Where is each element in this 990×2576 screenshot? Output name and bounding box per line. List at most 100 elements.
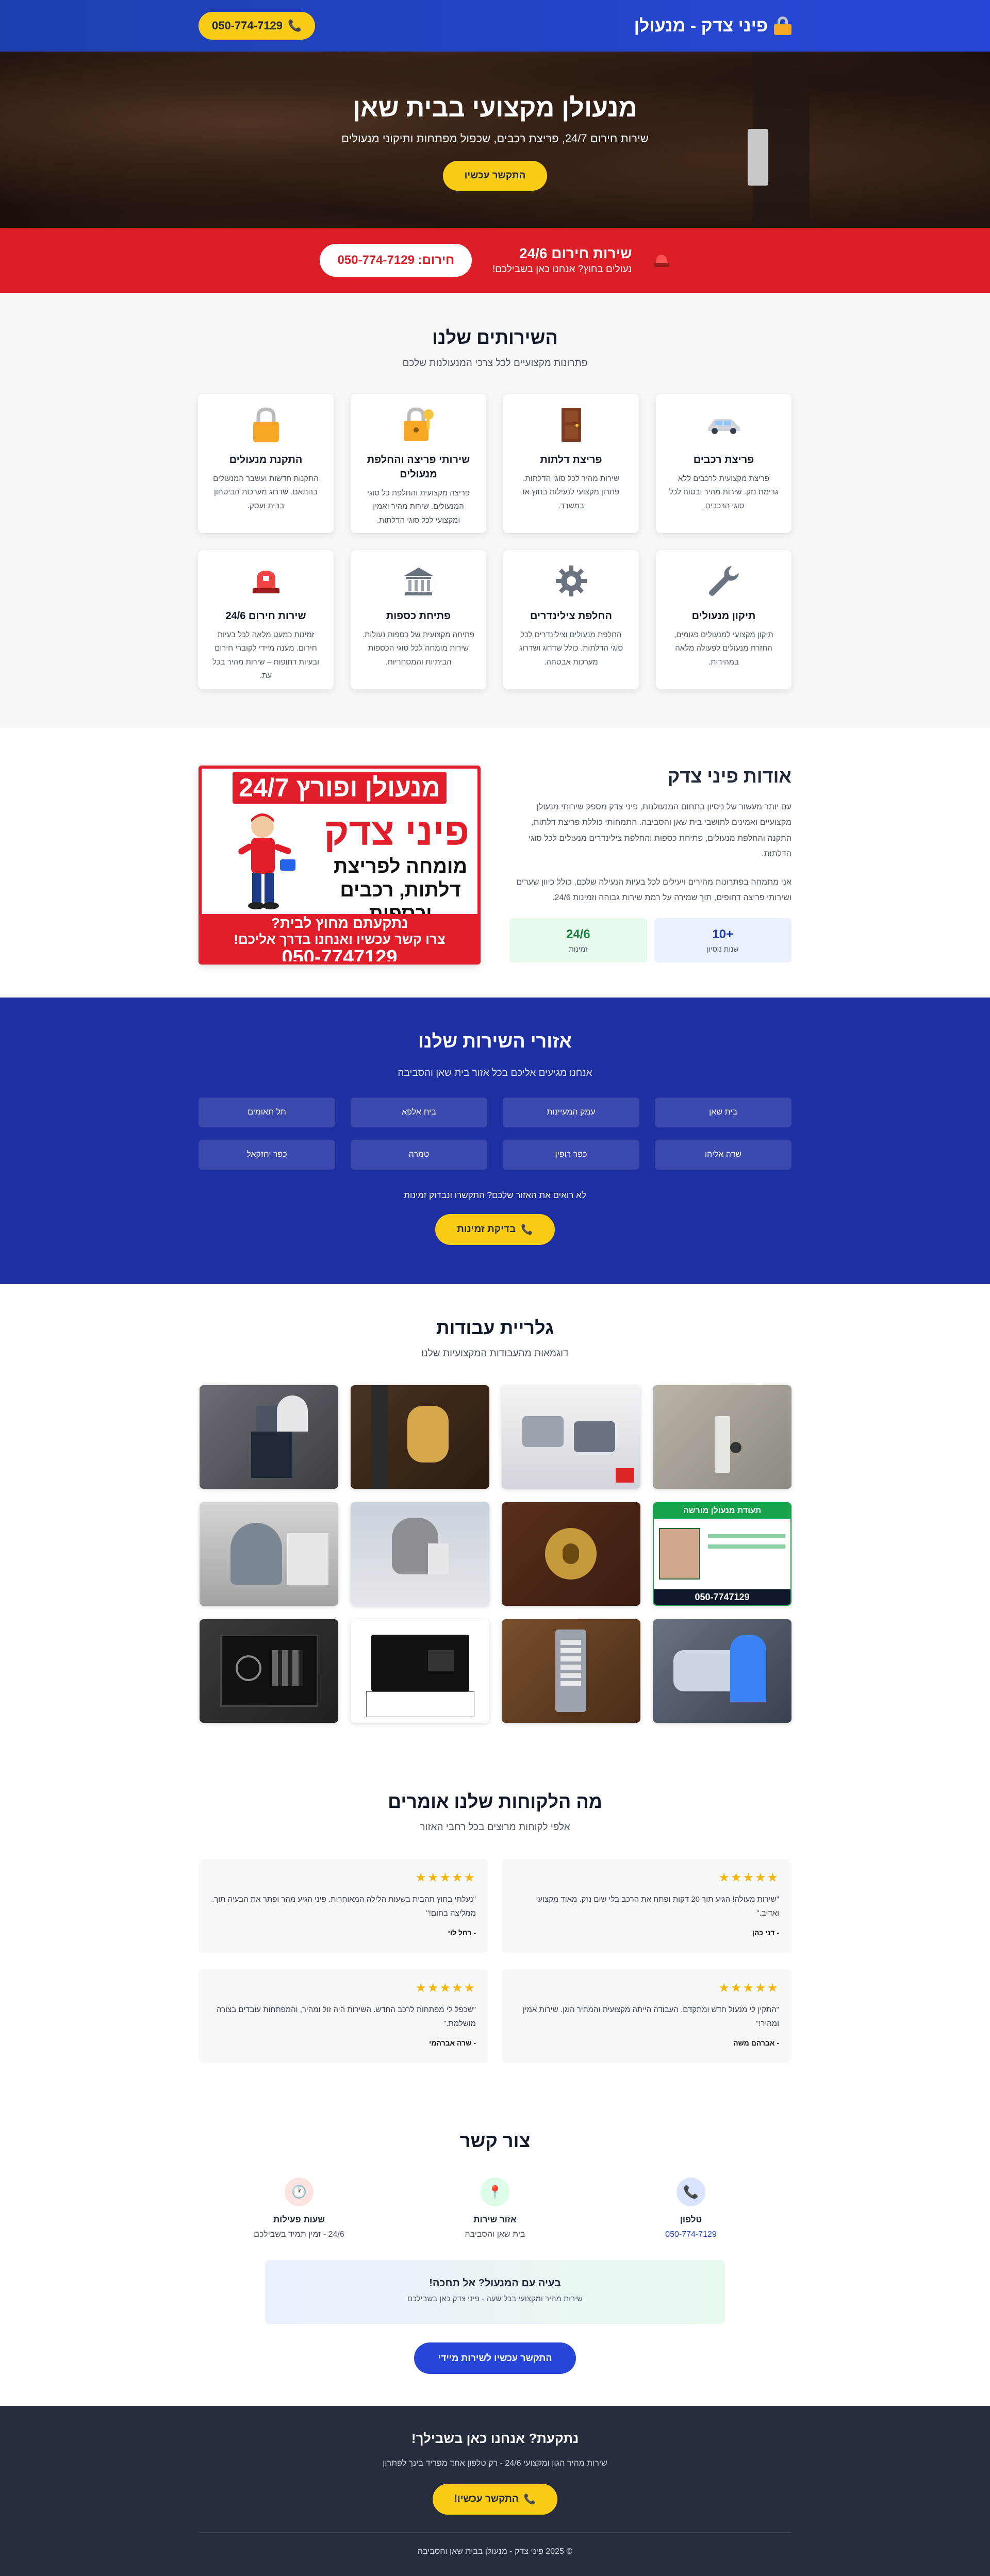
emergency-banner: שירות חירום 24/6 נעולים בחוץ? אנחנו כאן … [0,228,990,293]
locksmith-cartoon-icon [238,813,295,909]
service-card: פתיחת כספות פתיחה מקצועית של כספות נעולו… [351,550,486,689]
padlock-icon [209,404,322,445]
gallery-photo[interactable] [502,1619,640,1723]
footer-title: נתקעת? אנחנו כאן בשבילך! [411,2431,579,2446]
gallery-photo-certificate[interactable]: תעודת מנעולן מורשה 050-7747129 [653,1502,791,1606]
gallery-photo[interactable] [351,1619,489,1723]
gallery-section: גלריית עבודות דוגמאות מהעבודות המקצועיות… [0,1284,990,1757]
phone-icon: 📞 [676,2178,705,2206]
testimonial-card: ★★★★★ "שירות מעולה! הגיע תוך 20 דקות ופת… [502,1859,791,1953]
service-title: החלפת צילינדרים [530,610,612,622]
star-rating-icon: ★★★★★ [415,1981,476,1995]
service-text: התקנות חדשות ועשבר המנעולים בהתאם. שדרוג… [213,474,319,510]
gallery-photo[interactable] [502,1385,640,1489]
stat-value: 24/6 [566,927,590,942]
siren-icon [653,253,670,268]
services-title: השירותים שלנו [432,327,558,348]
about-paragraph: אני מתמחה בפתרונות מהירים ויעילים לכל בע… [516,877,791,902]
service-areas-section: אזורי השירות שלנו אנחנו מגיעים אליכם בכל… [0,998,990,1284]
door-icon [515,404,628,445]
service-title: פריצת דלתות [540,454,602,466]
wrench-icon [667,560,780,602]
header-call-button[interactable]: 📞 050-774-7129 [199,12,316,40]
contact-phone: 📞 טלפון 050-774-7129 [645,2178,737,2239]
services-section: השירותים שלנו פתרונות מקצועיים לכל צרכי … [0,293,990,728]
area-chip: בית שאן [655,1098,791,1127]
stat-value: +10 [712,927,734,942]
service-title: תיקון מנעולים [691,610,756,622]
gallery-photo[interactable] [653,1619,791,1723]
testimonial-author: - רחל לוי [448,1929,476,1937]
service-card: פריצת דלתות שירות מהיר לכל סוגי הדלתות. … [503,394,639,533]
emergency-call-button[interactable]: חירום: 050-774-7129 [320,244,472,277]
gallery-photo[interactable] [351,1502,489,1606]
service-card: פריצת רכבים פריצת מקצועית לרכבים ללא גרי… [656,394,791,533]
contact-call-button[interactable]: התקשר עכשיו לשירות מיידי [414,2342,576,2374]
area-chip: טמרה [351,1140,487,1170]
service-text: פריצה מקצועית והחלפת כל סוגי המנעולים. ש… [367,489,470,525]
areas-title: אזורי השירות שלנו [418,1031,572,1052]
testimonial-text: "שירות מעולה! הגיע תוך 20 דקות ופתח את ה… [536,1895,779,1918]
area-chip: כפר יחזקאל [199,1140,335,1170]
testimonial-card: ★★★★★ "נעלתי בחוץ תהבית בשעות הלילה המאו… [199,1859,488,1953]
about-section: אודות פיני צדק עם יותר מעשור של ניסיון ב… [0,728,990,998]
star-rating-icon: ★★★★★ [718,1871,779,1885]
testimonial-text: "התקין לי מנעול חדש ומתקדם. העבודה הייתה… [522,2005,779,2028]
poster-footer-line: צרו קשר עכשיו ואנחנו בדרך אליכם! [234,932,446,947]
star-rating-icon: ★★★★★ [718,1981,779,1995]
service-title: פתיחת כספות [386,610,451,622]
poster-name: פיני צדק [324,810,470,853]
service-text: החלפת מנעולים וצילינדרים לכל סוגי הדלתות… [519,630,623,667]
service-text: שירות מהיר לכל סוגי הדלתות. פתרון מקצועי… [522,474,620,510]
gallery-photo[interactable] [653,1385,791,1489]
testimonial-card: ★★★★★ "שכפל לי מפתחות לרכב החדש. השירות … [199,1969,488,2063]
hero-title: מנעולן מקצועי בבית שאן [353,93,637,122]
gallery-photo[interactable] [200,1385,338,1489]
testimonials-subtitle: אלפי לקוחות מרוצים בכל רחבי האזור [420,1822,570,1833]
phone-icon: 📞 [523,2494,536,2505]
area-chip: כפר רופין [503,1140,639,1170]
site-logo[interactable]: פיני צדק - מנעולן [634,16,791,36]
gallery-photo[interactable] [200,1502,338,1606]
testimonial-card: ★★★★★ "התקין לי מנעול חדש ומתקדם. העבודה… [502,1969,791,2063]
car-icon [667,404,780,445]
hero-cta-button[interactable]: התקשר עכשיו [442,161,548,191]
contact-phone-link[interactable]: 050-774-7129 [645,2230,737,2239]
callout-text: שירות מהיר ומקצועי בכל שעה - פיני צדק כא… [407,2295,583,2303]
poster-headline: מנעולן ופורץ 24/7 [233,772,447,804]
service-text: פריצת מקצועית לרכבים ללא גרימת נזק. שירו… [669,474,779,510]
testimonial-text: "נעלתי בחוץ תהבית בשעות הלילה המאוחרות. … [212,1895,476,1918]
service-text: זמינות כמעט מלאה לכל בעיות חירום. מענה מ… [212,630,319,680]
gallery-title: גלריית עבודות [436,1317,554,1338]
business-poster-image: מנעולן ופורץ 24/7 פיני צדק מומחה לפריצת … [199,766,481,965]
callout-title: בעיה עם המנעול? אל תחכה! [429,2278,561,2289]
pin-icon: 📍 [481,2178,509,2206]
areas-note: לא רואים את האזור שלכם? התקשרו ונבדוק זמ… [404,1190,586,1200]
footer-subtitle: שירות מהיר הגון ומקצועי 24/6 - רק טלפון … [383,2459,607,2468]
phone-icon: 📞 [288,19,302,32]
phone-icon: 📞 [521,1224,533,1235]
testimonial-author: - שרה אברהמי [429,2039,476,2047]
check-availability-button[interactable]: 📞 בדיקת זמינות [435,1214,555,1245]
area-chip: שדה אליהו [655,1140,791,1170]
stat-label: שנות ניסיון [706,945,739,954]
bank-icon [362,560,475,602]
contact-hours: 🕐 שעות פעילות 24/6 - זמין תמיד בשבילכם [253,2178,345,2239]
about-title: אודות פיני צדק [667,766,791,787]
contact-value: 24/6 - זמין תמיד בשבילכם [254,2230,344,2239]
gallery-photo[interactable] [351,1385,489,1489]
stat-experience: +10 שנות ניסיון [654,918,791,963]
hero-subtitle: שירות חירום 24/7, פריצת רכבים, שכפול מפת… [341,132,649,145]
contact-section: צור קשר 📞 טלפון 050-774-7129 📍 אזור שירו… [0,2104,990,2406]
contact-area: 📍 אזור שירות בית שאן והסביבה [449,2178,541,2239]
services-subtitle: פתרונות מקצועיים לכל צרכי המנעולנות שלכם [402,358,588,369]
footer-call-button[interactable]: 📞 התקשר עכשיו! [432,2484,558,2515]
certificate-header: תעודת מנעולן מורשה [654,1503,790,1519]
gallery-photo[interactable] [502,1502,640,1606]
contact-callout: בעיה עם המנעול? אל תחכה! שירות מהיר ומקצ… [265,2260,725,2324]
footer-call-label: התקשר עכשיו! [454,2494,519,2504]
hero-section: מנעולן מקצועי בבית שאן שירות חירום 24/7,… [0,52,990,228]
star-rating-icon: ★★★★★ [415,1871,476,1885]
area-chip: עמק המעיינות [503,1098,639,1127]
gallery-photo[interactable] [200,1619,338,1723]
